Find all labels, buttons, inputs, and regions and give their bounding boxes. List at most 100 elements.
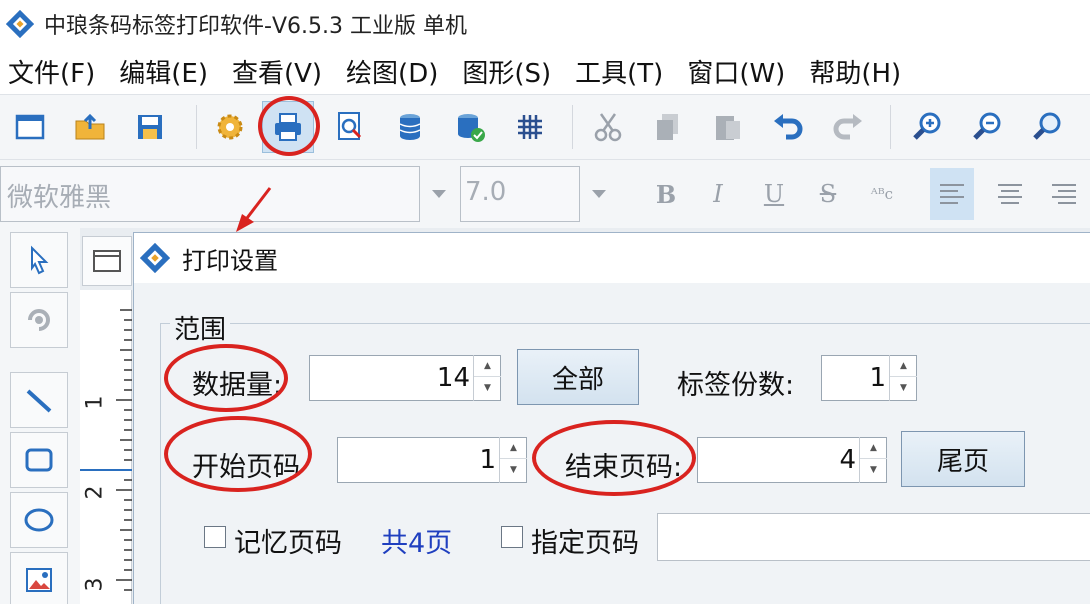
underline-button[interactable]: U [752, 168, 796, 220]
database-connect-button[interactable] [444, 101, 496, 153]
cut-button[interactable] [582, 101, 634, 153]
zoom-in-icon [913, 112, 941, 140]
app-logo-icon [6, 10, 34, 38]
italic-button[interactable]: I [696, 168, 740, 220]
paste-button[interactable] [702, 101, 754, 153]
dialog-title: 打印设置 [182, 246, 278, 275]
spin-up-icon[interactable]: ▲ [860, 437, 887, 459]
dialog-title-bar: 打印设置 [134, 233, 1090, 283]
remember-page-checkbox[interactable] [204, 526, 226, 548]
menu-help[interactable]: 帮助(H) [809, 53, 901, 90]
menu-view[interactable]: 查看(V) [232, 53, 322, 90]
spin-down-icon[interactable]: ▼ [860, 459, 887, 481]
open-button[interactable] [64, 101, 116, 153]
end-page-spinner[interactable]: ▲ ▼ [859, 437, 887, 483]
print-settings-dialog: 打印设置 范围 数据量: 14 ▲ ▼ 全部 标签份数: 1 ▲ ▼ 开始页码 … [133, 232, 1090, 604]
menu-bar: 文件(F) 编辑(E) 查看(V) 绘图(D) 图形(S) 工具(T) 窗口(W… [0, 48, 1090, 94]
align-center-button[interactable] [988, 168, 1032, 220]
align-right-icon [1052, 184, 1076, 204]
chevron-down-icon [592, 190, 606, 198]
print-button[interactable] [262, 101, 314, 153]
spin-down-icon[interactable]: ▼ [474, 377, 501, 399]
grid-button[interactable] [504, 101, 556, 153]
database-connect-icon [458, 114, 485, 142]
ruler-label-1: 1 [82, 395, 108, 410]
image-tool-button[interactable] [10, 552, 68, 604]
settings-gear-icon [217, 114, 243, 140]
ruler-label-3: 3 [82, 577, 108, 592]
line-icon [26, 389, 52, 413]
spin-up-icon[interactable]: ▲ [474, 355, 501, 377]
align-center-icon [998, 184, 1022, 204]
ruler-ticks [80, 309, 132, 591]
undo-icon [774, 114, 803, 140]
spin-down-icon[interactable]: ▼ [500, 459, 527, 481]
font-name-dropdown-button[interactable] [420, 166, 458, 222]
data-count-spinner[interactable]: ▲ ▼ [473, 355, 501, 401]
superscript-button[interactable]: ᴬᴮc [860, 168, 904, 220]
start-page-spinner[interactable]: ▲ ▼ [499, 437, 527, 483]
menu-shape[interactable]: 图形(S) [462, 53, 551, 90]
main-toolbar [0, 94, 1090, 160]
strikethrough-button[interactable]: S [806, 168, 850, 220]
print-preview-button[interactable] [324, 101, 376, 153]
align-left-button[interactable] [930, 168, 974, 220]
select-tool-button[interactable] [10, 232, 68, 288]
drawing-tools-panel [0, 228, 80, 604]
print-preview-icon [338, 112, 362, 140]
zoom-out-button[interactable] [962, 101, 1014, 153]
data-count-label: 数据量: [192, 370, 283, 401]
line-tool-button[interactable] [10, 372, 68, 428]
new-document-button[interactable] [4, 101, 56, 153]
ellipse-icon [24, 508, 54, 532]
toolbar-separator [890, 105, 891, 149]
align-right-button[interactable] [1042, 168, 1086, 220]
menu-tools[interactable]: 工具(T) [575, 53, 663, 90]
title-bar: 中琅条码标签打印软件-V6.5.3 工业版 单机 [0, 0, 1090, 48]
spin-up-icon[interactable]: ▲ [890, 355, 917, 377]
chevron-down-icon [432, 190, 446, 198]
save-icon [138, 115, 162, 139]
cut-icon [594, 113, 622, 142]
settings-button[interactable] [204, 101, 256, 153]
font-size-dropdown-button[interactable] [580, 166, 618, 222]
rotate-tool-button[interactable] [10, 292, 68, 348]
align-left-icon [940, 184, 964, 204]
bold-button[interactable]: B [644, 168, 688, 220]
spin-down-icon[interactable]: ▼ [890, 377, 917, 399]
all-button[interactable]: 全部 [517, 349, 639, 405]
copy-button[interactable] [642, 101, 694, 153]
specify-page-label: 指定页码 [531, 528, 639, 559]
menu-file[interactable]: 文件(F) [8, 53, 95, 90]
ellipse-tool-button[interactable] [10, 492, 68, 548]
menu-edit[interactable]: 编辑(E) [119, 53, 208, 90]
database-button[interactable] [384, 101, 436, 153]
copies-spinner[interactable]: ▲ ▼ [889, 355, 917, 401]
specify-page-checkbox[interactable] [501, 526, 523, 548]
remember-page-label: 记忆页码 [234, 528, 342, 559]
ruler-label-2: 2 [82, 485, 108, 500]
end-page-label: 结束页码: [565, 452, 683, 483]
database-icon [399, 114, 421, 140]
rectangle-tool-button[interactable] [10, 432, 68, 488]
zoom-fit-button[interactable] [1022, 101, 1074, 153]
menu-draw[interactable]: 绘图(D) [346, 53, 438, 90]
zoom-in-button[interactable] [902, 101, 954, 153]
undo-button[interactable] [762, 101, 814, 153]
toolbar-separator [572, 105, 573, 149]
font-size-combo[interactable]: 7.0 [460, 166, 580, 222]
copies-label: 标签份数: [677, 370, 795, 401]
total-pages-text: 共4页 [381, 528, 453, 559]
redo-icon [833, 114, 862, 140]
copy-icon [657, 114, 678, 140]
document-tab[interactable] [82, 236, 132, 286]
spin-up-icon[interactable]: ▲ [500, 437, 527, 459]
last-page-button[interactable]: 尾页 [901, 431, 1025, 487]
open-folder-icon [75, 113, 105, 140]
save-button[interactable] [124, 101, 176, 153]
redo-button[interactable] [822, 101, 874, 153]
font-name-combo[interactable]: 微软雅黑 [0, 166, 420, 222]
rectangle-icon [25, 448, 53, 472]
specify-page-field[interactable] [657, 513, 1090, 561]
menu-window[interactable]: 窗口(W) [687, 53, 785, 90]
